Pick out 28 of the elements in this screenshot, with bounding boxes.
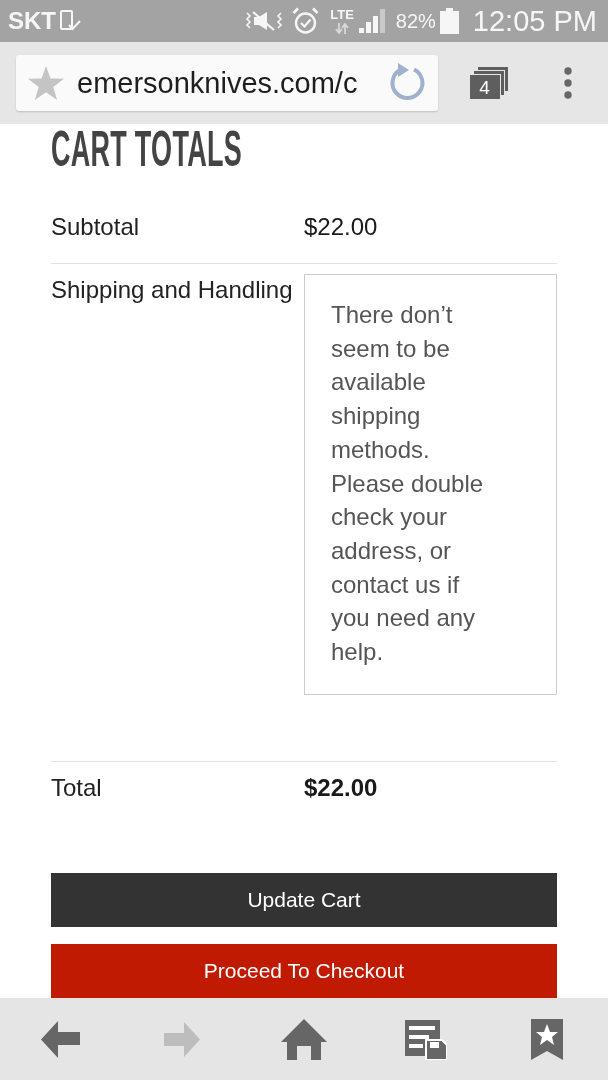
stacked-tabs-icon: [469, 66, 509, 100]
battery-percentage: 82%: [395, 9, 436, 33]
row-label: Subtotal: [51, 212, 141, 242]
total-amount: $22.00: [304, 772, 379, 803]
menu-icon[interactable]: [564, 67, 572, 99]
row-label: Total: [51, 772, 103, 803]
shipping-notice: There don’t seem to be available shipping methods. Please double check your address, or contact us if you need any help.: [304, 274, 557, 695]
tabs-button[interactable]: 4: [469, 66, 509, 100]
address-bar[interactable]: emersonknives.com/c: [16, 55, 438, 111]
row-label: Shipping and Handling: [51, 275, 294, 305]
signal-strength-icon: [358, 9, 385, 33]
back-arrow-icon[interactable]: [41, 1020, 81, 1058]
update-cart-button[interactable]: Update Cart: [51, 872, 557, 927]
subtotal-amount: $22.00: [304, 212, 379, 242]
star-icon[interactable]: [28, 66, 64, 100]
alarm-clock-icon: [292, 7, 320, 35]
carrier-name: SKT: [8, 7, 56, 35]
data-arrows-icon: [335, 23, 350, 34]
battery-icon: [439, 8, 459, 34]
network-type-label: LTE: [330, 8, 354, 21]
phone-check-icon: [60, 10, 81, 32]
clock-time: 12:05 PM: [472, 4, 597, 38]
cart-totals-heading: CART TOTALS: [51, 124, 242, 174]
home-icon[interactable]: [281, 1018, 327, 1060]
mute-vibrate-icon: [244, 10, 285, 32]
bookmark-star-icon[interactable]: [531, 1018, 564, 1060]
checkout-button[interactable]: Proceed To Checkout: [51, 943, 557, 998]
document-save-icon[interactable]: [404, 1018, 447, 1060]
